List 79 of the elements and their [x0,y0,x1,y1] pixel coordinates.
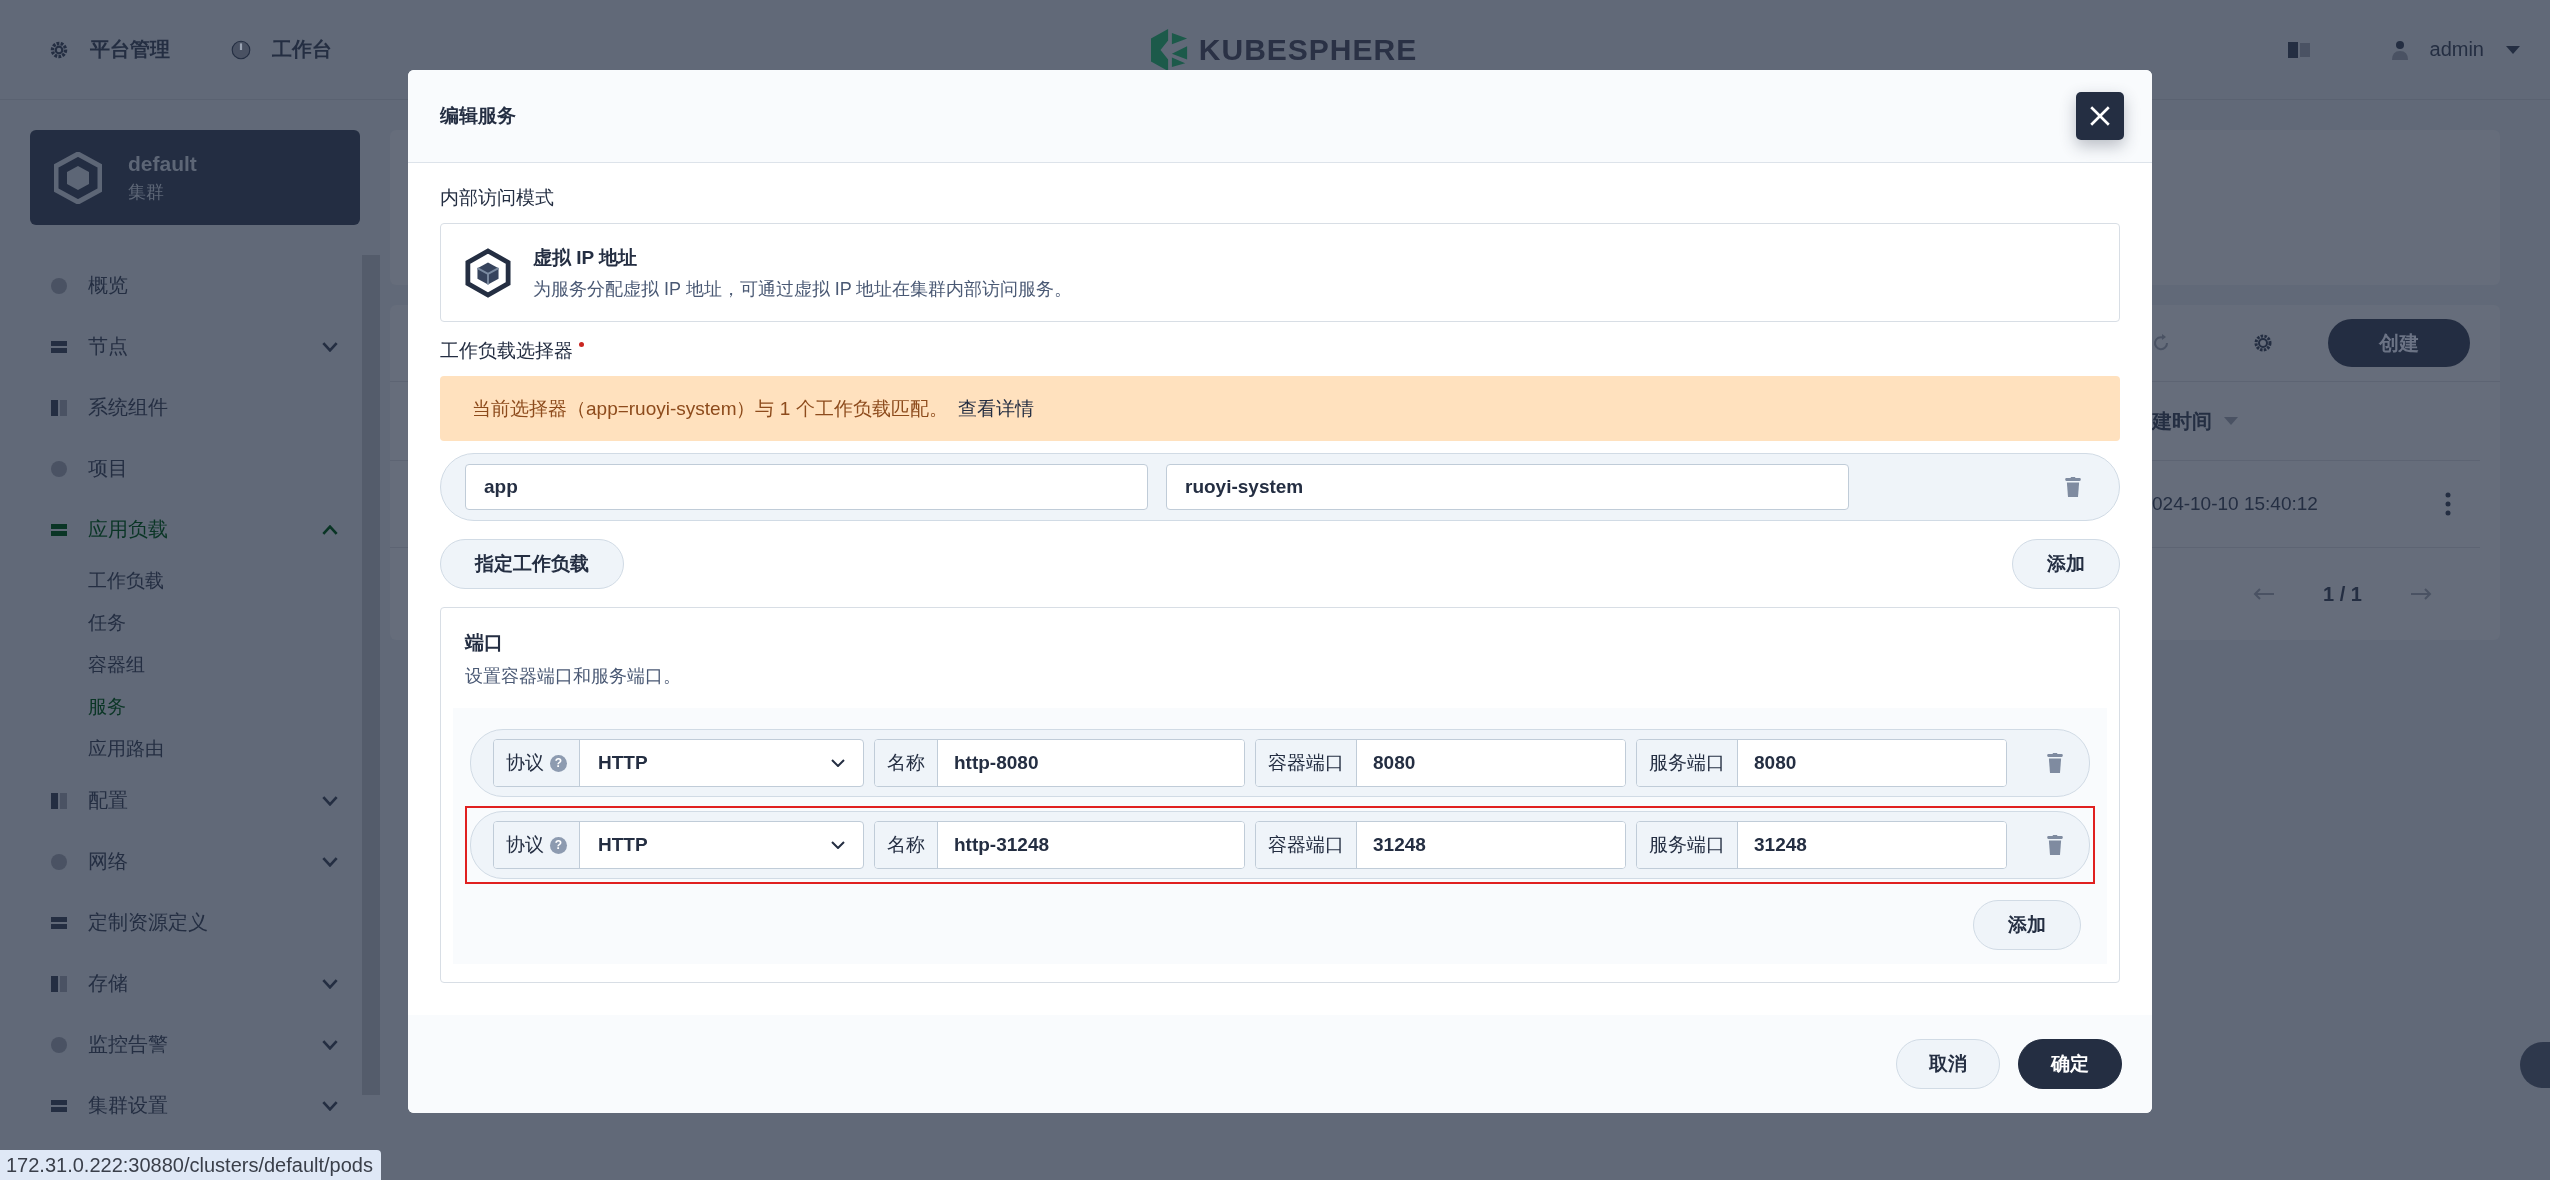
create-button[interactable]: 创建 [2328,319,2470,367]
confirm-button[interactable]: 确定 [2018,1039,2122,1089]
mode-description: 为服务分配虚拟 IP 地址，可通过虚拟 IP 地址在集群内部访问服务。 [533,277,1073,301]
cluster-name: default [128,151,197,176]
sidebar-item[interactable]: 概览 [30,255,360,316]
input-label: 容器端口 [1256,740,1357,786]
sidebar-item[interactable]: 项目 [30,438,360,499]
column-header[interactable]: 建时间 [2152,407,2212,435]
refresh-icon[interactable] [2151,333,2171,353]
container-port-field[interactable]: 容器端口 8080 [1255,739,1626,787]
username-menu[interactable]: admin [2429,38,2484,61]
table-cell-text: 024-10-10 15:40:12 [2152,493,2319,515]
sidebar-subitem[interactable]: 服务 [30,686,126,728]
input-label: 容器端口 [1256,822,1357,868]
hexagon-cube-icon [54,151,102,204]
sidebar-item[interactable]: 应用负载 [30,499,360,560]
sidebar-item[interactable]: 系统组件 [30,377,360,438]
sidebar-item[interactable]: 存储 [30,953,360,1014]
sidebar-subitem[interactable]: 容器组 [30,644,145,686]
cancel-button[interactable]: 取消 [1896,1039,2000,1089]
page-indicator: 1 / 1 [2323,582,2362,606]
hexagon-cube-icon [465,247,511,298]
sidebar-item[interactable]: 配置 [30,770,360,831]
assign-workload-button[interactable]: 指定工作负载 [440,539,624,589]
service-port-field[interactable]: 服务端口 8080 [1636,739,2007,787]
add-button[interactable]: 添加 [2012,539,2120,589]
container-port-field[interactable]: 容器端口 31248 [1255,821,1626,869]
caret-icon[interactable] [2506,45,2520,54]
more-icon[interactable] [2445,492,2451,516]
close-icon [2089,105,2111,127]
dialog-title: 编辑服务 [440,104,516,128]
field-label: 工作负载选择器 [440,339,573,363]
sidebar-item[interactable]: 集群设置 [30,1075,360,1136]
notice-text: 当前选择器（app=ruoyi-system）与 1 个工作负载匹配。 [472,396,948,421]
gauge-icon [230,38,252,61]
input-label: 服务端口 [1637,740,1738,786]
menu-icon [50,791,68,810]
logo-text: KUBESPHERE [1198,32,1418,67]
menu-icon [50,398,68,417]
book-icon[interactable] [2287,41,2310,58]
hexagon-logo-icon [1150,28,1189,71]
name-field[interactable]: 名称 http-31248 [874,821,1245,869]
nav-link[interactable]: 平台管理 [48,36,170,63]
gear-icon[interactable] [2253,333,2273,353]
arrow-left-icon[interactable] [2253,588,2276,600]
menu-icon [50,974,68,993]
trash-icon[interactable] [2065,477,2081,497]
input-label: 服务端口 [1637,822,1738,868]
sidebar-subitem[interactable]: 工作负载 [30,560,164,602]
value-input[interactable]: ruoyi-system [1166,464,1849,510]
details-link[interactable]: 查看详情 [957,395,1034,422]
caret-icon[interactable] [2224,417,2238,425]
tool-button[interactable] [2520,1042,2550,1088]
sidebar-item[interactable]: 监控告警 [30,1014,360,1075]
mode-card[interactable]: 虚拟 IP 地址 为服务分配虚拟 IP 地址，可通过虚拟 IP 地址在集群内部访问服务。 [440,223,2120,322]
mode-title: 虚拟 IP 地址 [533,245,639,270]
cluster-card[interactable]: default 集群 [30,130,360,225]
user-icon [2391,39,2408,60]
sidebar-item[interactable]: 节点 [30,316,360,377]
section-description: 设置容器端口和服务端口。 [464,665,682,688]
close-button[interactable] [2076,92,2124,140]
section-title: 端口 [463,631,504,655]
sidebar-subitem[interactable]: 任务 [30,602,126,644]
trash-icon[interactable] [2047,753,2063,773]
input-label: 名称 [875,822,938,868]
add-button[interactable]: 添加 [1973,900,2081,950]
status-url: 172.31.0.222:30880/clusters/default/pods [0,1150,381,1180]
sidebar-item[interactable]: 网络 [30,831,360,892]
name-field[interactable]: 名称 http-8080 [874,739,1245,787]
cluster-type: 集群 [128,180,165,204]
arrow-right-icon[interactable] [2410,588,2432,600]
sidebar-subitem[interactable]: 应用路由 [30,728,164,770]
trash-icon[interactable] [2047,835,2063,855]
key-input[interactable]: app [465,464,1148,510]
field-label: 内部访问模式 [440,186,555,210]
service-port-field[interactable]: 服务端口 31248 [1636,821,2007,869]
input-label: 名称 [875,740,938,786]
sidebar-item[interactable]: 定制资源定义 [30,892,360,953]
nav-link[interactable]: 工作台 [230,36,332,63]
